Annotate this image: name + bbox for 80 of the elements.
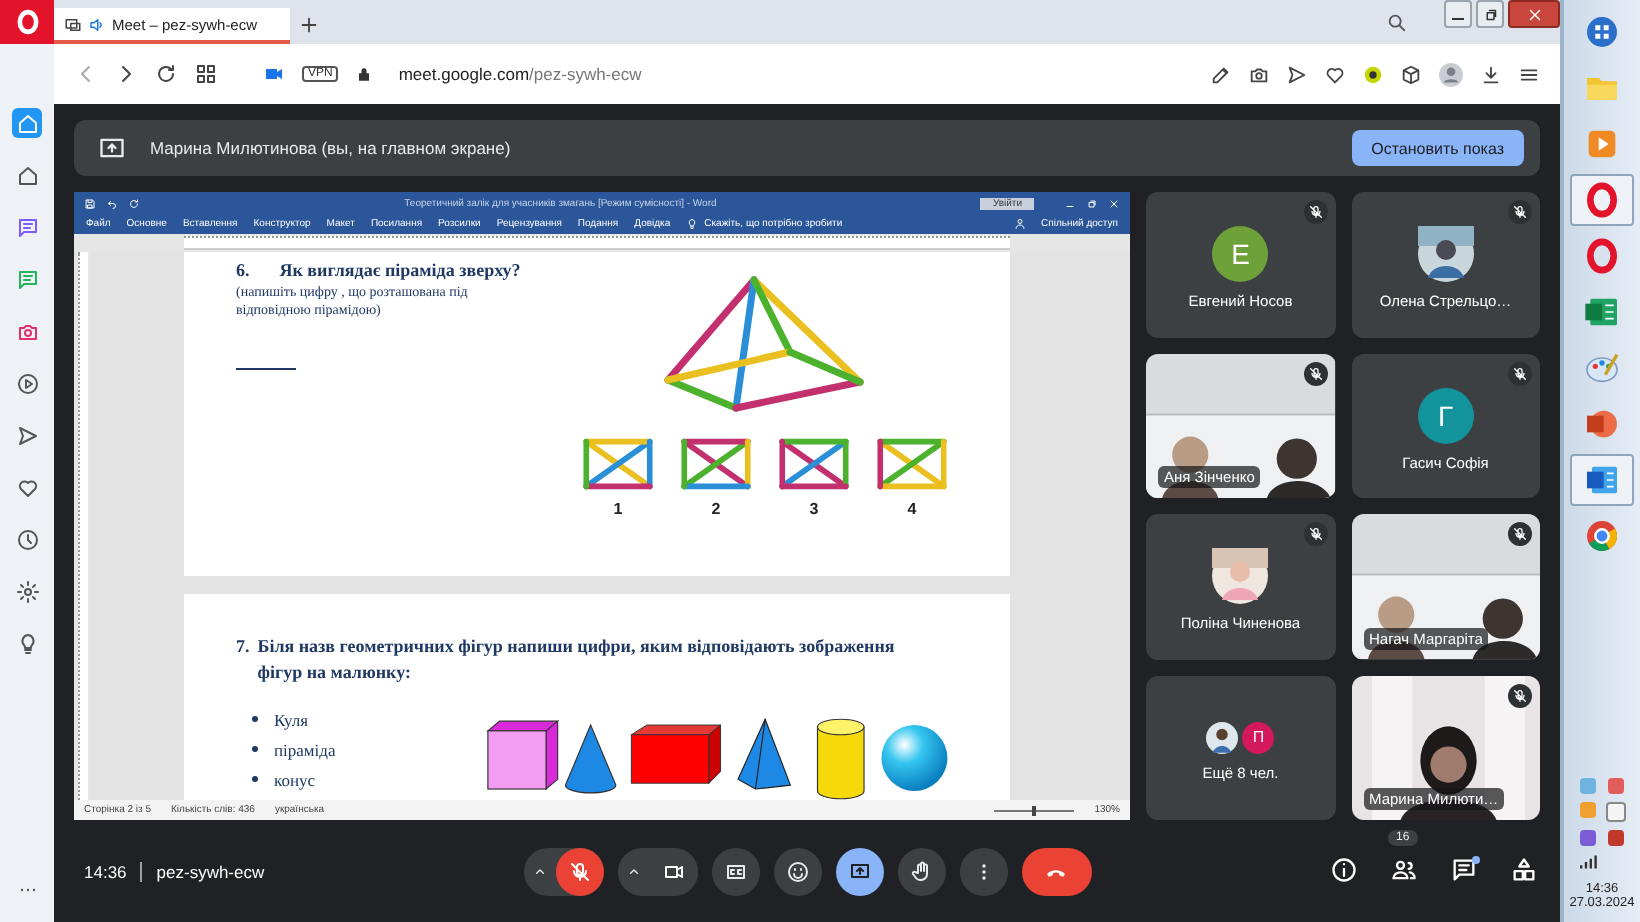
info-icon	[1330, 855, 1358, 883]
people-icon	[1390, 855, 1418, 883]
smiley-icon	[785, 859, 809, 883]
stop-presenting-button[interactable]: Остановить показ	[1351, 130, 1524, 166]
bullet-icon	[252, 746, 258, 752]
download-icon[interactable]	[1480, 63, 1502, 85]
lightbulb-icon	[686, 218, 699, 230]
top-view-drawing	[678, 436, 754, 492]
heart-icon[interactable]	[1324, 63, 1346, 85]
restore-button[interactable]	[1476, 0, 1504, 28]
minimize-icon	[1452, 17, 1464, 21]
option-number: 3	[809, 500, 819, 518]
meeting-time: 14:36	[84, 861, 127, 881]
chat-icon	[1450, 855, 1478, 883]
address-field[interactable]: meet.google.com/pez-sywh-ecw	[398, 64, 642, 84]
info-button[interactable]	[1328, 855, 1360, 887]
top-view-drawing	[580, 436, 656, 492]
minimize-button[interactable]	[1444, 0, 1472, 28]
grid-icon[interactable]	[194, 62, 218, 86]
signal-icon[interactable]	[1578, 854, 1598, 870]
reactions-button[interactable]	[773, 847, 821, 895]
camera-icon[interactable]	[1248, 63, 1270, 85]
person-icon	[1013, 218, 1026, 230]
bullet-icon	[252, 716, 258, 722]
profile-icon[interactable]	[1438, 61, 1464, 87]
avatar: Е	[1212, 226, 1269, 283]
history-icon[interactable]	[12, 524, 42, 554]
share-screen-icon	[98, 134, 126, 162]
presenting-text: Марина Милютинова (вы, на главном экране)	[150, 138, 511, 158]
present-screen-icon	[847, 859, 871, 883]
avatar: П	[1242, 721, 1275, 754]
settings-icon[interactable]	[12, 576, 42, 606]
captions-button[interactable]	[711, 847, 759, 895]
cube-icon[interactable]	[1400, 63, 1422, 85]
browser-logo-icon[interactable]	[0, 0, 54, 44]
undo-icon[interactable]	[106, 197, 118, 209]
option-number: 2	[711, 500, 721, 518]
option-number: 4	[907, 500, 917, 518]
send-icon[interactable]	[1286, 63, 1308, 85]
captions-icon	[723, 859, 747, 883]
top-view-drawing	[776, 436, 852, 492]
save-icon[interactable]	[84, 197, 96, 209]
lock-icon	[354, 64, 375, 84]
leave-call-button[interactable]	[1021, 847, 1091, 895]
question-title: Як виглядає піраміда зверху?	[279, 260, 521, 280]
answer-line[interactable]	[236, 366, 296, 370]
present-button[interactable]	[835, 847, 883, 895]
question-number: 7.	[236, 634, 250, 660]
avatar: Г	[1417, 387, 1474, 444]
close-icon	[1525, 5, 1543, 23]
list-item: конус	[274, 769, 316, 789]
microphone-off-icon	[567, 859, 591, 883]
question-number: 6.	[236, 260, 250, 280]
activities-button[interactable]	[1508, 855, 1540, 887]
list-item: піраміда	[274, 739, 336, 759]
chat-button[interactable]	[1448, 855, 1480, 887]
browser-icon[interactable]	[1570, 174, 1634, 226]
shapes-icon	[1510, 855, 1538, 883]
search-icon[interactable]	[1386, 12, 1408, 34]
document-app-icon[interactable]	[1570, 454, 1634, 506]
option-number: 1	[613, 500, 623, 518]
new-tab-icon[interactable]	[298, 14, 320, 36]
play-icon[interactable]	[12, 368, 42, 398]
meeting-code: pez-sywh-ecw	[156, 861, 265, 881]
picture-in-picture-icon	[64, 15, 82, 33]
restore-icon	[1481, 5, 1499, 23]
hand-icon	[909, 859, 933, 883]
zoom-slider-thumb[interactable]	[1032, 805, 1037, 815]
reload-icon[interactable]	[154, 62, 178, 86]
list-item: Куля	[274, 709, 309, 729]
bullet-icon	[252, 776, 258, 782]
top-view-drawing	[874, 436, 950, 492]
microphone-button[interactable]	[555, 847, 603, 895]
question-text: Біля назв геометричних фігур напиши цифри, яким відповідають зображення фігур на малюнку:	[257, 634, 897, 686]
close-button[interactable]	[1508, 0, 1560, 28]
raise-hand-button[interactable]	[897, 847, 945, 895]
edit-icon[interactable]	[1210, 63, 1232, 85]
home-icon[interactable]	[12, 108, 42, 138]
extension-icon[interactable]	[1362, 63, 1384, 85]
redo-icon[interactable]	[128, 197, 140, 209]
